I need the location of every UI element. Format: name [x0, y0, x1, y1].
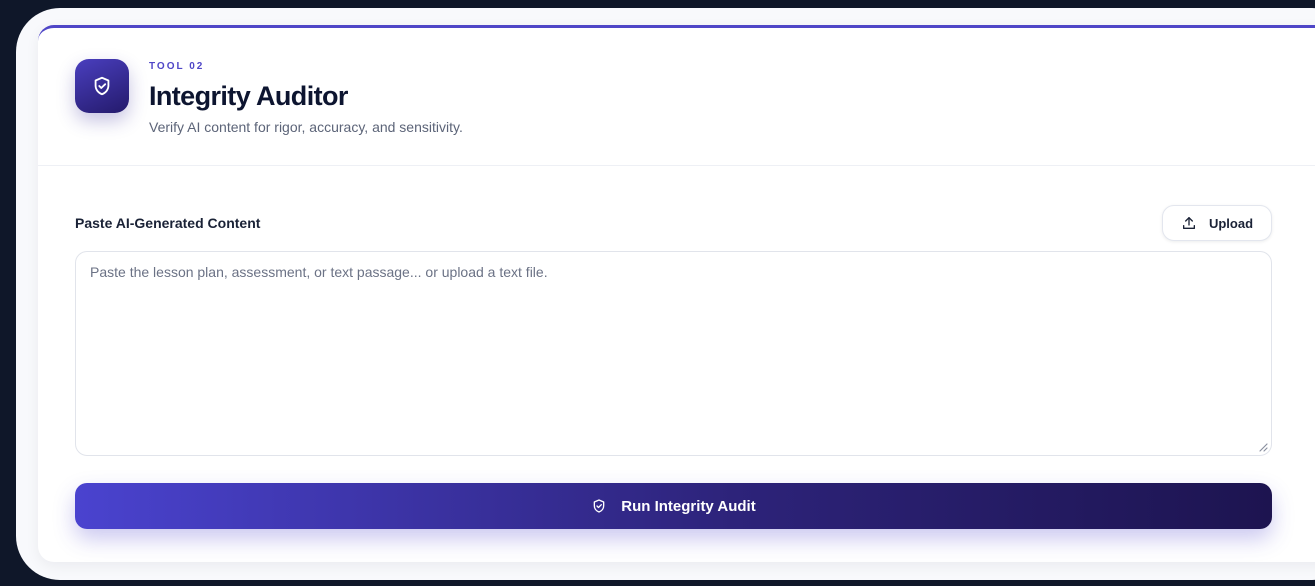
upload-button-label: Upload: [1208, 215, 1254, 231]
shield-check-icon: [75, 59, 129, 113]
integrity-auditor-card: TOOL 02 Integrity Auditor Verify AI cont…: [38, 25, 1315, 562]
shield-check-icon: [591, 498, 607, 514]
content-input[interactable]: [75, 251, 1272, 456]
run-button-label: Run Integrity Audit: [621, 497, 756, 515]
page-title: Integrity Auditor: [149, 81, 348, 111]
content-label: Paste AI-Generated Content: [75, 215, 261, 231]
page-subtitle: Verify AI content for rigor, accuracy, a…: [149, 119, 463, 135]
run-integrity-audit-button[interactable]: Run Integrity Audit: [75, 483, 1272, 529]
tool-header: TOOL 02 Integrity Auditor Verify AI cont…: [38, 28, 1315, 166]
content-input-wrapper: [75, 251, 1272, 456]
tool-kicker: TOOL 02: [149, 61, 205, 72]
upload-button[interactable]: Upload: [1162, 205, 1272, 241]
resize-handle[interactable]: [1258, 442, 1268, 452]
upload-icon: [1181, 215, 1197, 231]
